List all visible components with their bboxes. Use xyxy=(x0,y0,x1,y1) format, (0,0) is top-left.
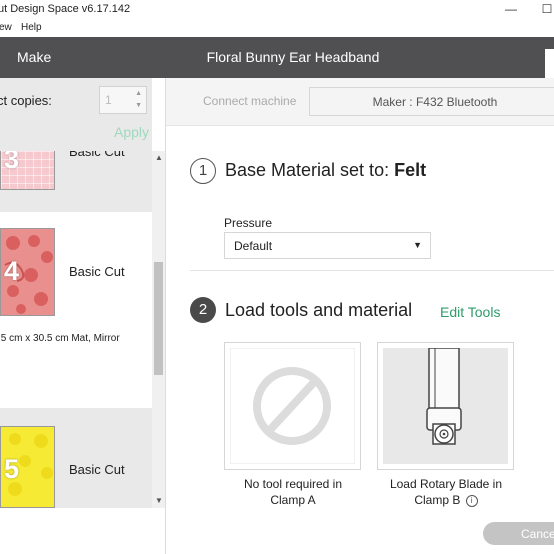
cancel-label: Cancel xyxy=(521,527,554,541)
make-settings-panel: Connect machine Maker : F432 Bluetooth 1… xyxy=(166,78,554,554)
base-material-heading: Base Material set to: Felt xyxy=(225,160,426,181)
scroll-thumb[interactable] xyxy=(154,262,163,375)
scroll-down-icon[interactable]: ▼ xyxy=(155,496,163,505)
clamp-a-caption-line2: Clamp A xyxy=(270,493,316,507)
copies-label: ct copies: xyxy=(0,93,52,108)
no-tool-icon xyxy=(229,347,356,465)
section-divider xyxy=(190,270,554,271)
info-icon[interactable]: i xyxy=(465,494,478,507)
mat-thumbnail: 5 xyxy=(0,426,55,508)
clamp-a-caption: No tool required in Clamp A xyxy=(213,476,373,508)
mat-item-5[interactable]: 5 Basic Cut xyxy=(0,408,152,508)
chevron-down-icon[interactable]: ▼ xyxy=(135,102,142,109)
pressure-value: Default xyxy=(234,239,273,253)
window-title: ut Design Space v6.17.142 xyxy=(0,3,131,15)
machine-select[interactable]: Maker : F432 Bluetooth xyxy=(309,87,554,116)
clamp-b-caption-line1: Load Rotary Blade in xyxy=(389,477,503,491)
clamp-b-caption: Load Rotary Blade in Clamp B i xyxy=(366,476,526,508)
project-title: Floral Bunny Ear Headband xyxy=(206,49,380,65)
connect-machine-label[interactable]: Connect machine xyxy=(203,94,296,108)
edit-tools-link[interactable]: Edit Tools xyxy=(440,304,500,320)
step-1-badge: 1 xyxy=(190,158,216,184)
clamp-b-caption-line2: Clamp B xyxy=(414,493,461,507)
load-tools-heading: Load tools and material xyxy=(225,300,413,320)
connect-bar: Connect machine Maker : F432 Bluetooth xyxy=(166,78,554,126)
menu-bar: ew Help xyxy=(0,20,554,37)
mat-thumbnail: 4 xyxy=(0,228,55,316)
title-bar: ut Design Space v6.17.142 — ☐ xyxy=(0,0,554,20)
mat-number: 4 xyxy=(4,256,20,286)
clamp-b-caption-line2-wrap: Clamp B i xyxy=(366,492,526,508)
chevron-up-icon[interactable]: ▲ xyxy=(135,90,142,97)
step-2-badge: 2 xyxy=(190,297,216,323)
base-material-value[interactable]: Felt xyxy=(394,160,426,180)
pressure-label: Pressure xyxy=(224,216,273,230)
copies-value[interactable]: 1 xyxy=(105,93,112,107)
scroll-up-icon[interactable]: ▲ xyxy=(155,153,163,162)
copies-bar: ct copies: 1 ▲ ▼ Apply xyxy=(0,78,152,151)
mat-number: 5 xyxy=(4,454,20,484)
machine-name: Maker : F432 Bluetooth xyxy=(372,95,498,109)
clamp-a-caption-line1: No tool required in xyxy=(243,477,343,491)
maximize-button[interactable]: ☐ xyxy=(532,0,554,18)
pressure-select[interactable]: Default ▼ xyxy=(224,232,431,259)
chevron-down-icon: ▼ xyxy=(413,240,422,250)
menu-item-view[interactable]: ew xyxy=(0,22,12,33)
clamp-b-tool-card xyxy=(377,342,514,470)
minimize-button[interactable]: — xyxy=(496,0,526,18)
scrollbar[interactable]: ▲ ▼ xyxy=(152,151,165,508)
cancel-button[interactable]: Cancel xyxy=(483,522,554,545)
menu-item-help[interactable]: Help xyxy=(21,22,42,33)
app-header: Make Floral Bunny Ear Headband M xyxy=(0,37,554,525)
rotary-blade-icon xyxy=(383,347,508,464)
copies-stepper[interactable]: 1 ▲ ▼ xyxy=(99,86,147,114)
maximize-icon: ☐ xyxy=(541,2,553,16)
mat-list-panel: 3 Basic Cut 4 Basic Cut .5 cm x 30.5 cm … xyxy=(0,78,166,554)
minimize-icon: — xyxy=(505,2,517,16)
base-material-label: Base Material set to: xyxy=(225,160,395,180)
mat-label: Basic Cut xyxy=(69,462,125,477)
clamp-a-tool-card xyxy=(224,342,361,470)
app-window: ut Design Space v6.17.142 — ☐ ew Help Ma… xyxy=(0,0,554,554)
mat-label: Basic Cut xyxy=(69,264,125,279)
mat-description: .5 cm x 30.5 cm Mat, Mirror xyxy=(0,333,120,344)
apply-button[interactable]: Apply xyxy=(114,124,149,140)
mat-item-4[interactable]: 4 Basic Cut .5 cm x 30.5 cm Mat, Mirror xyxy=(0,212,152,408)
